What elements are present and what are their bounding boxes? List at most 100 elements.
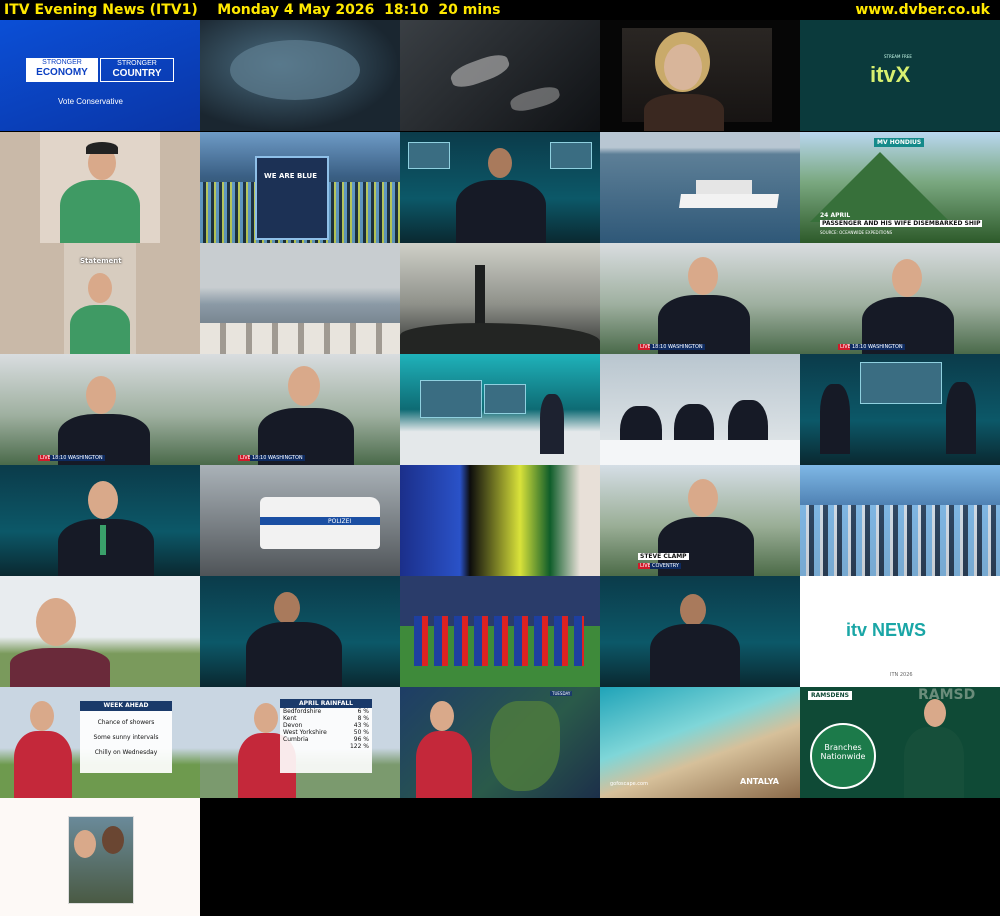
thumb-leaders-meeting[interactable] <box>600 354 800 465</box>
face <box>254 703 278 733</box>
ramsdens-wall-text: RAMSD <box>918 687 976 703</box>
cap <box>86 142 118 154</box>
presenter <box>946 382 976 454</box>
thumb-cruise-ship[interactable] <box>600 132 800 243</box>
thumb-reporter-washington-2[interactable]: LIVE 18:10 WASHINGTON <box>800 243 1000 354</box>
rainfall-row: 122 % <box>349 743 369 750</box>
face <box>664 44 702 90</box>
branches-badge: Branches Nationwide <box>810 723 876 789</box>
thumb-weather-april-rainfall[interactable]: APRIL RAINFALL Bedfordshire 6 % Kent 8 % D… <box>200 687 400 798</box>
itv-news-logo: itv NEWS <box>846 620 927 640</box>
rainfall-row: Cumbria 96 % <box>283 736 369 743</box>
slogan-box-right: STRONGER COUNTRY <box>100 58 174 82</box>
slogan-box-left: STRONGER ECONOMY <box>26 58 98 82</box>
thumb-sleeping-figure[interactable] <box>200 20 400 131</box>
studio-screen <box>420 380 482 418</box>
rainfall-row: West Yorkshire 50 % <box>283 729 369 736</box>
green-tie <box>100 525 106 555</box>
green-tshirt <box>60 180 140 243</box>
thumb-antalya-beach[interactable]: gofoscape.com ANTALYA <box>600 687 800 798</box>
location-badge: WASHINGTON <box>66 455 105 461</box>
thumb-studio-presenter-2[interactable] <box>200 576 400 687</box>
thumb-football-pitch[interactable] <box>400 576 600 687</box>
players <box>414 616 584 666</box>
suit <box>58 519 154 576</box>
thumb-blonde-woman[interactable] <box>600 20 800 131</box>
green-uniform <box>904 727 964 798</box>
bus-banner: WE ARE BLUE <box>264 172 317 180</box>
studio-screen <box>484 384 526 414</box>
thumb-selfie-photo[interactable] <box>0 798 200 916</box>
polizei-text: POLIZEI <box>328 518 352 525</box>
programme-title: ITV Evening News (ITV1) Monday 4 May 202… <box>4 2 501 18</box>
face <box>88 481 118 519</box>
buildings <box>200 323 400 354</box>
thumb-reporter-washington-1[interactable]: LIVE 18:10 WASHINGTON <box>600 243 800 354</box>
thumb-reporter-washington-4[interactable]: LIVE 18:10 WASHINGTON <box>200 354 400 465</box>
thumb-presenter-close[interactable] <box>0 465 200 576</box>
studio-screen <box>860 362 942 404</box>
thumb-blurred-lights[interactable] <box>400 465 600 576</box>
thumb-studio-presenter[interactable] <box>400 132 600 243</box>
table <box>600 440 800 465</box>
ship-superstructure <box>696 180 752 194</box>
forecast-row: Chilly on Wednesday <box>94 749 158 756</box>
thumb-reporter-steve-clamp[interactable]: STEVE CLAMP LIVE COVENTRY <box>600 465 800 576</box>
face <box>274 592 300 624</box>
face <box>30 701 54 731</box>
location-badge: WASHINGTON <box>866 344 905 350</box>
caption-bar: PASSENGER AND HIS WIFE DISEMBARKED SHIP <box>820 220 983 227</box>
thumb-mountain-island[interactable]: MV HONDIUS 24 APRIL PASSENGER AND HIS WI… <box>800 132 1000 243</box>
week-ahead-panel: WEEK AHEAD Chance of showers Some sunny … <box>80 701 172 773</box>
face <box>36 598 76 646</box>
thumb-weather-week-ahead[interactable]: WEEK AHEAD Chance of showers Some sunny … <box>0 687 200 798</box>
presenter <box>540 394 564 454</box>
hand <box>508 83 562 115</box>
rocks <box>400 323 600 354</box>
face <box>488 148 512 178</box>
face <box>102 826 124 854</box>
thumb-weather-map[interactable]: TUESDAY <box>400 687 600 798</box>
red-dress <box>14 731 72 798</box>
thumb-studio-presenter-3[interactable] <box>600 576 800 687</box>
claret-shirt <box>10 648 110 687</box>
thumb-interview-outdoor[interactable] <box>0 576 200 687</box>
thumb-ramsdens-ad[interactable]: RAMSD RAMSDENS Branches Nationwide <box>800 687 1000 798</box>
source-label: SOURCE: OCEANWIDE EXPEDITIONS <box>820 230 893 235</box>
face <box>430 701 454 731</box>
thumb-reporter-washington-3[interactable]: LIVE 18:10 WASHINGTON <box>0 354 200 465</box>
panel-title: WEEK AHEAD <box>80 701 172 711</box>
face <box>688 257 718 295</box>
selfie-photo-frame <box>68 816 134 904</box>
bus <box>255 156 329 240</box>
thumb-hands-keyboard[interactable] <box>400 20 600 131</box>
thumb-police-van[interactable]: POLIZEI <box>200 465 400 576</box>
itn-footer: ITN 2026 <box>890 672 913 678</box>
thumb-conservative-ad[interactable]: STRONGER ECONOMY STRONGER COUNTRY Vote C… <box>0 20 200 131</box>
thumb-studio-two-presenters[interactable] <box>800 354 1000 465</box>
thumb-lighthouse[interactable] <box>400 243 600 354</box>
thumb-statement-video[interactable]: Statement <box>0 243 200 354</box>
crowd <box>800 505 1000 576</box>
face <box>924 699 946 727</box>
face <box>680 594 706 626</box>
thumb-man-video-call[interactable] <box>0 132 200 243</box>
thumb-itvx-ad[interactable]: STREAM FREE itvX <box>800 20 1000 131</box>
location-badge: WASHINGTON <box>266 455 305 461</box>
presenter <box>820 384 850 454</box>
thumb-parade-bus[interactable]: WE ARE BLUE <box>200 132 400 243</box>
ship-hull <box>679 194 779 208</box>
green-tshirt <box>70 305 130 354</box>
red-dress <box>416 731 472 798</box>
rainfall-panel: APRIL RAINFALL Bedfordshire 6 % Kent 8 % D… <box>280 699 372 773</box>
ramsdens-logo: RAMSDENS <box>808 691 852 700</box>
map-day-label: TUESDAY <box>550 691 573 696</box>
face <box>688 479 718 517</box>
thumb-itv-news-ident[interactable]: itv NEWS ITN 2026 <box>800 576 1000 687</box>
thumb-coastal-town[interactable] <box>200 243 400 354</box>
location-label: MV HONDIUS <box>874 138 925 147</box>
thumb-celebrating-fans[interactable] <box>800 465 1000 576</box>
site-url[interactable]: www.dvber.co.uk <box>855 0 990 20</box>
itvx-logo: itvX <box>870 62 911 87</box>
thumb-studio-wide[interactable] <box>400 354 600 465</box>
